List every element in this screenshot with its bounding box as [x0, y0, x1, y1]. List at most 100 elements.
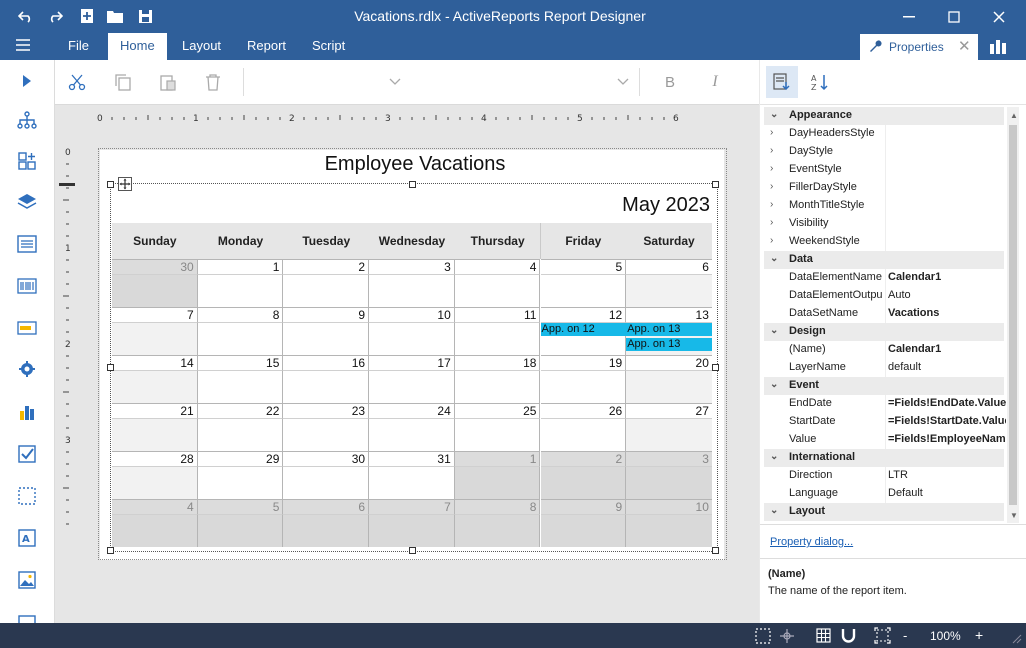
property-row[interactable]: Value =Fields!EmployeeName: [764, 431, 1006, 449]
scrollbar-thumb[interactable]: [1009, 125, 1017, 505]
day-cell[interactable]: [626, 370, 712, 403]
day-cell[interactable]: [540, 274, 627, 307]
grid-icon[interactable]: [816, 628, 831, 646]
cut-icon[interactable]: [65, 70, 89, 94]
property-category[interactable]: ⌄ Design: [764, 323, 1004, 341]
pointer-icon[interactable]: [15, 69, 39, 93]
day-cell[interactable]: [540, 514, 627, 547]
resize-handle[interactable]: [409, 181, 416, 188]
font-size-dropdown-icon[interactable]: [611, 70, 635, 94]
open-folder-icon[interactable]: [104, 6, 126, 26]
property-category[interactable]: ⌄ Data: [764, 251, 1004, 269]
resize-handle[interactable]: [712, 364, 719, 371]
day-cell[interactable]: [454, 466, 541, 499]
day-cell[interactable]: [112, 418, 198, 451]
maximize-button[interactable]: [932, 0, 976, 33]
menu-script[interactable]: Script: [300, 33, 357, 60]
chevron-right-icon[interactable]: ›: [770, 163, 773, 174]
property-row[interactable]: StartDate =Fields!StartDate.Value: [764, 413, 1006, 431]
pan-mode-icon[interactable]: [779, 628, 795, 647]
day-cell[interactable]: [626, 466, 712, 499]
day-cell[interactable]: [454, 370, 541, 403]
hierarchy-icon[interactable]: [15, 108, 39, 132]
chart-tool-icon[interactable]: [15, 400, 39, 424]
day-cell[interactable]: [197, 514, 284, 547]
chevron-right-icon[interactable]: ›: [770, 235, 773, 246]
property-value[interactable]: Auto: [888, 289, 1006, 301]
resize-handle[interactable]: [107, 364, 114, 371]
property-category[interactable]: ⌄ Event: [764, 377, 1004, 395]
property-row[interactable]: DataSetName Vacations: [764, 305, 1004, 323]
redo-icon[interactable]: [44, 6, 66, 26]
property-value[interactable]: Calendar1: [888, 343, 1006, 355]
barcode-icon[interactable]: [15, 274, 39, 298]
day-cell[interactable]: [112, 466, 198, 499]
day-cell[interactable]: [369, 514, 455, 547]
undo-icon[interactable]: [15, 6, 37, 26]
property-category[interactable]: ⌄ International: [764, 449, 1004, 467]
chevron-right-icon[interactable]: ›: [770, 217, 773, 228]
day-cell[interactable]: [369, 322, 455, 355]
day-cell[interactable]: [626, 514, 712, 547]
day-cell[interactable]: [283, 466, 370, 499]
property-row[interactable]: DataElementOutpu Auto: [764, 287, 1004, 305]
font-family-dropdown-icon[interactable]: [383, 70, 407, 94]
day-cell[interactable]: [283, 322, 370, 355]
tab-properties[interactable]: Properties ✕: [860, 34, 978, 60]
report-explorer-icon[interactable]: [989, 39, 1007, 58]
day-cell[interactable]: [112, 274, 198, 307]
zoom-out-button[interactable]: -: [903, 628, 907, 643]
components-icon[interactable]: [15, 149, 39, 173]
menu-layout[interactable]: Layout: [170, 33, 233, 60]
property-row[interactable]: › DayStyle: [764, 143, 1004, 161]
day-cell[interactable]: [369, 274, 455, 307]
menu-file[interactable]: File: [56, 33, 101, 60]
report-title[interactable]: Employee Vacations: [100, 153, 730, 176]
chevron-down-icon[interactable]: ⌄: [770, 379, 778, 390]
hamburger-menu-icon[interactable]: [16, 39, 32, 54]
chevron-down-icon[interactable]: ⌄: [770, 253, 778, 264]
menu-home[interactable]: Home: [108, 33, 167, 60]
calendar-event[interactable]: App. on 13: [626, 338, 712, 351]
property-value[interactable]: default: [888, 361, 1006, 373]
property-value[interactable]: =Fields!StartDate.Value: [888, 415, 1006, 427]
day-cell[interactable]: [454, 274, 541, 307]
bullet-icon[interactable]: [15, 316, 39, 340]
day-cell[interactable]: [197, 466, 284, 499]
close-tab-icon[interactable]: ✕: [958, 37, 971, 55]
property-value[interactable]: Default: [888, 487, 1006, 499]
copy-icon[interactable]: [111, 70, 135, 94]
property-value[interactable]: LTR: [888, 469, 1006, 481]
property-row[interactable]: DataElementName Calendar1: [764, 269, 1004, 287]
property-value[interactable]: =Fields!EmployeeName: [888, 433, 1006, 445]
minimize-button[interactable]: [887, 0, 931, 33]
bold-button[interactable]: B: [658, 70, 682, 94]
checkbox-tool-icon[interactable]: [15, 442, 39, 466]
day-cell[interactable]: [283, 418, 370, 451]
report-page[interactable]: Employee Vacations May 2023 Sunday Monday…: [100, 150, 724, 560]
resize-handle[interactable]: [712, 547, 719, 554]
day-cell[interactable]: [283, 514, 370, 547]
day-cell[interactable]: [197, 370, 284, 403]
property-row[interactable]: › DayHeadersStyle: [764, 125, 1004, 143]
day-cell[interactable]: [454, 322, 541, 355]
property-row[interactable]: › MonthTitleStyle: [764, 197, 1004, 215]
day-cell[interactable]: [369, 466, 455, 499]
property-grid-scrollbar[interactable]: ▲ ▼: [1007, 107, 1019, 523]
resize-handle[interactable]: [107, 181, 114, 188]
day-cell[interactable]: [626, 418, 712, 451]
day-cell[interactable]: [112, 514, 198, 547]
paste-icon[interactable]: [156, 70, 180, 94]
chevron-right-icon[interactable]: ›: [770, 181, 773, 192]
new-file-icon[interactable]: [76, 6, 98, 26]
container-tool-icon[interactable]: [15, 484, 39, 508]
move-handle-icon[interactable]: [118, 177, 132, 191]
day-cell[interactable]: [112, 370, 198, 403]
chevron-down-icon[interactable]: ⌄: [770, 505, 778, 516]
property-row[interactable]: › EventStyle: [764, 161, 1004, 179]
day-cell[interactable]: [197, 418, 284, 451]
alphabetical-view-icon[interactable]: AZ: [808, 70, 832, 94]
property-row[interactable]: Language Default: [764, 485, 1004, 503]
zoom-in-button[interactable]: +: [975, 627, 983, 643]
select-mode-icon[interactable]: [755, 628, 771, 647]
